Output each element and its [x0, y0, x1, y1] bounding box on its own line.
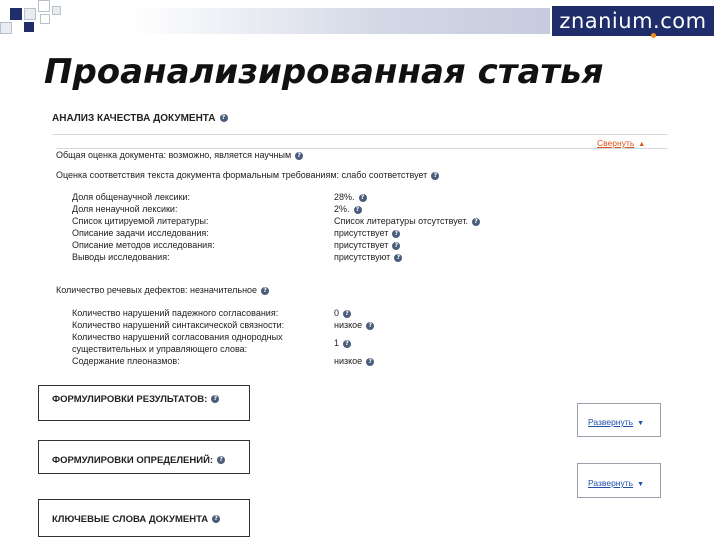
metric-value: 1? — [334, 338, 352, 349]
metric-value: 28%.? — [334, 192, 367, 203]
metric-value: 0? — [334, 308, 352, 319]
help-icon[interactable]: ? — [211, 395, 220, 404]
help-icon[interactable]: ? — [366, 321, 375, 330]
speech-defects: Количество речевых дефектов: незначитель… — [56, 285, 270, 296]
metric-label: Описание методов исследования: — [72, 240, 215, 250]
help-icon[interactable]: ? — [295, 151, 304, 160]
help-icon[interactable]: ? — [261, 286, 270, 295]
definitions-expand-button[interactable]: Развернуть ▼ — [588, 478, 644, 488]
metric-value: присутствуют? — [334, 252, 403, 263]
help-icon[interactable]: ? — [353, 205, 362, 214]
help-icon[interactable]: ? — [217, 456, 226, 465]
help-icon[interactable]: ? — [471, 217, 480, 226]
triangle-down-icon: ▼ — [637, 481, 644, 488]
formal-assessment: Оценка соответствия текста документа фор… — [56, 170, 440, 181]
slide-title: Проанализированная статья — [44, 52, 604, 92]
metric-label: Выводы исследования: — [72, 252, 170, 262]
help-icon[interactable]: ? — [343, 309, 352, 318]
help-icon[interactable]: ? — [392, 229, 401, 238]
triangle-down-icon: ▼ — [637, 420, 644, 427]
metric-value: низкое? — [334, 356, 375, 367]
definitions-section-title: ФОРМУЛИРОВКИ ОПРЕДЕЛЕНИЙ:? — [52, 455, 226, 466]
quality-section-title: АНАЛИЗ КАЧЕСТВА ДОКУМЕНТА? — [52, 113, 228, 124]
metric-label: Описание задачи исследования: — [72, 228, 209, 238]
divider — [52, 134, 668, 135]
help-icon[interactable]: ? — [358, 193, 367, 202]
metric-label: Доля ненаучной лексики: — [72, 204, 178, 214]
help-icon[interactable]: ? — [394, 253, 403, 262]
logo-text: znanium.com — [559, 9, 707, 33]
metric-label: Количество нарушений согласования одноро… — [72, 332, 283, 342]
help-icon[interactable]: ? — [392, 241, 401, 250]
metric-value: 2%.? — [334, 204, 362, 215]
metric-label: существительных и управляющего слова: — [72, 344, 248, 354]
metric-value: низкое? — [334, 320, 375, 331]
metric-label: Список цитируемой литературы: — [72, 216, 209, 226]
divider — [56, 148, 668, 149]
znanium-logo: znanium.com — [552, 6, 714, 36]
metric-value: присутствует? — [334, 228, 401, 239]
help-icon[interactable]: ? — [212, 515, 221, 524]
results-expand-button[interactable]: Развернуть ▼ — [588, 417, 644, 427]
logo-dot-icon — [651, 33, 656, 38]
metric-label: Содержание плеоназмов: — [72, 356, 180, 366]
overall-assessment: Общая оценка документа: возможно, являет… — [56, 150, 304, 161]
metric-label: Количество нарушений падежного согласова… — [72, 308, 279, 318]
results-section-title: ФОРМУЛИРОВКИ РЕЗУЛЬТАТОВ:? — [52, 394, 220, 405]
metric-value: присутствует? — [334, 240, 401, 251]
help-icon[interactable]: ? — [431, 171, 440, 180]
help-icon[interactable]: ? — [343, 339, 352, 348]
metric-label: Доля общенаучной лексики: — [72, 192, 190, 202]
help-icon[interactable]: ? — [219, 114, 228, 123]
collapse-button[interactable]: Свернуть ▲ — [597, 138, 645, 148]
metric-value: Список литературы отсутствует.? — [334, 216, 480, 227]
keywords-section-title: КЛЮЧЕВЫЕ СЛОВА ДОКУМЕНТА? — [52, 514, 221, 525]
help-icon[interactable]: ? — [366, 357, 375, 366]
metric-label: Количество нарушений синтаксической связ… — [72, 320, 285, 330]
triangle-up-icon: ▲ — [638, 141, 646, 148]
